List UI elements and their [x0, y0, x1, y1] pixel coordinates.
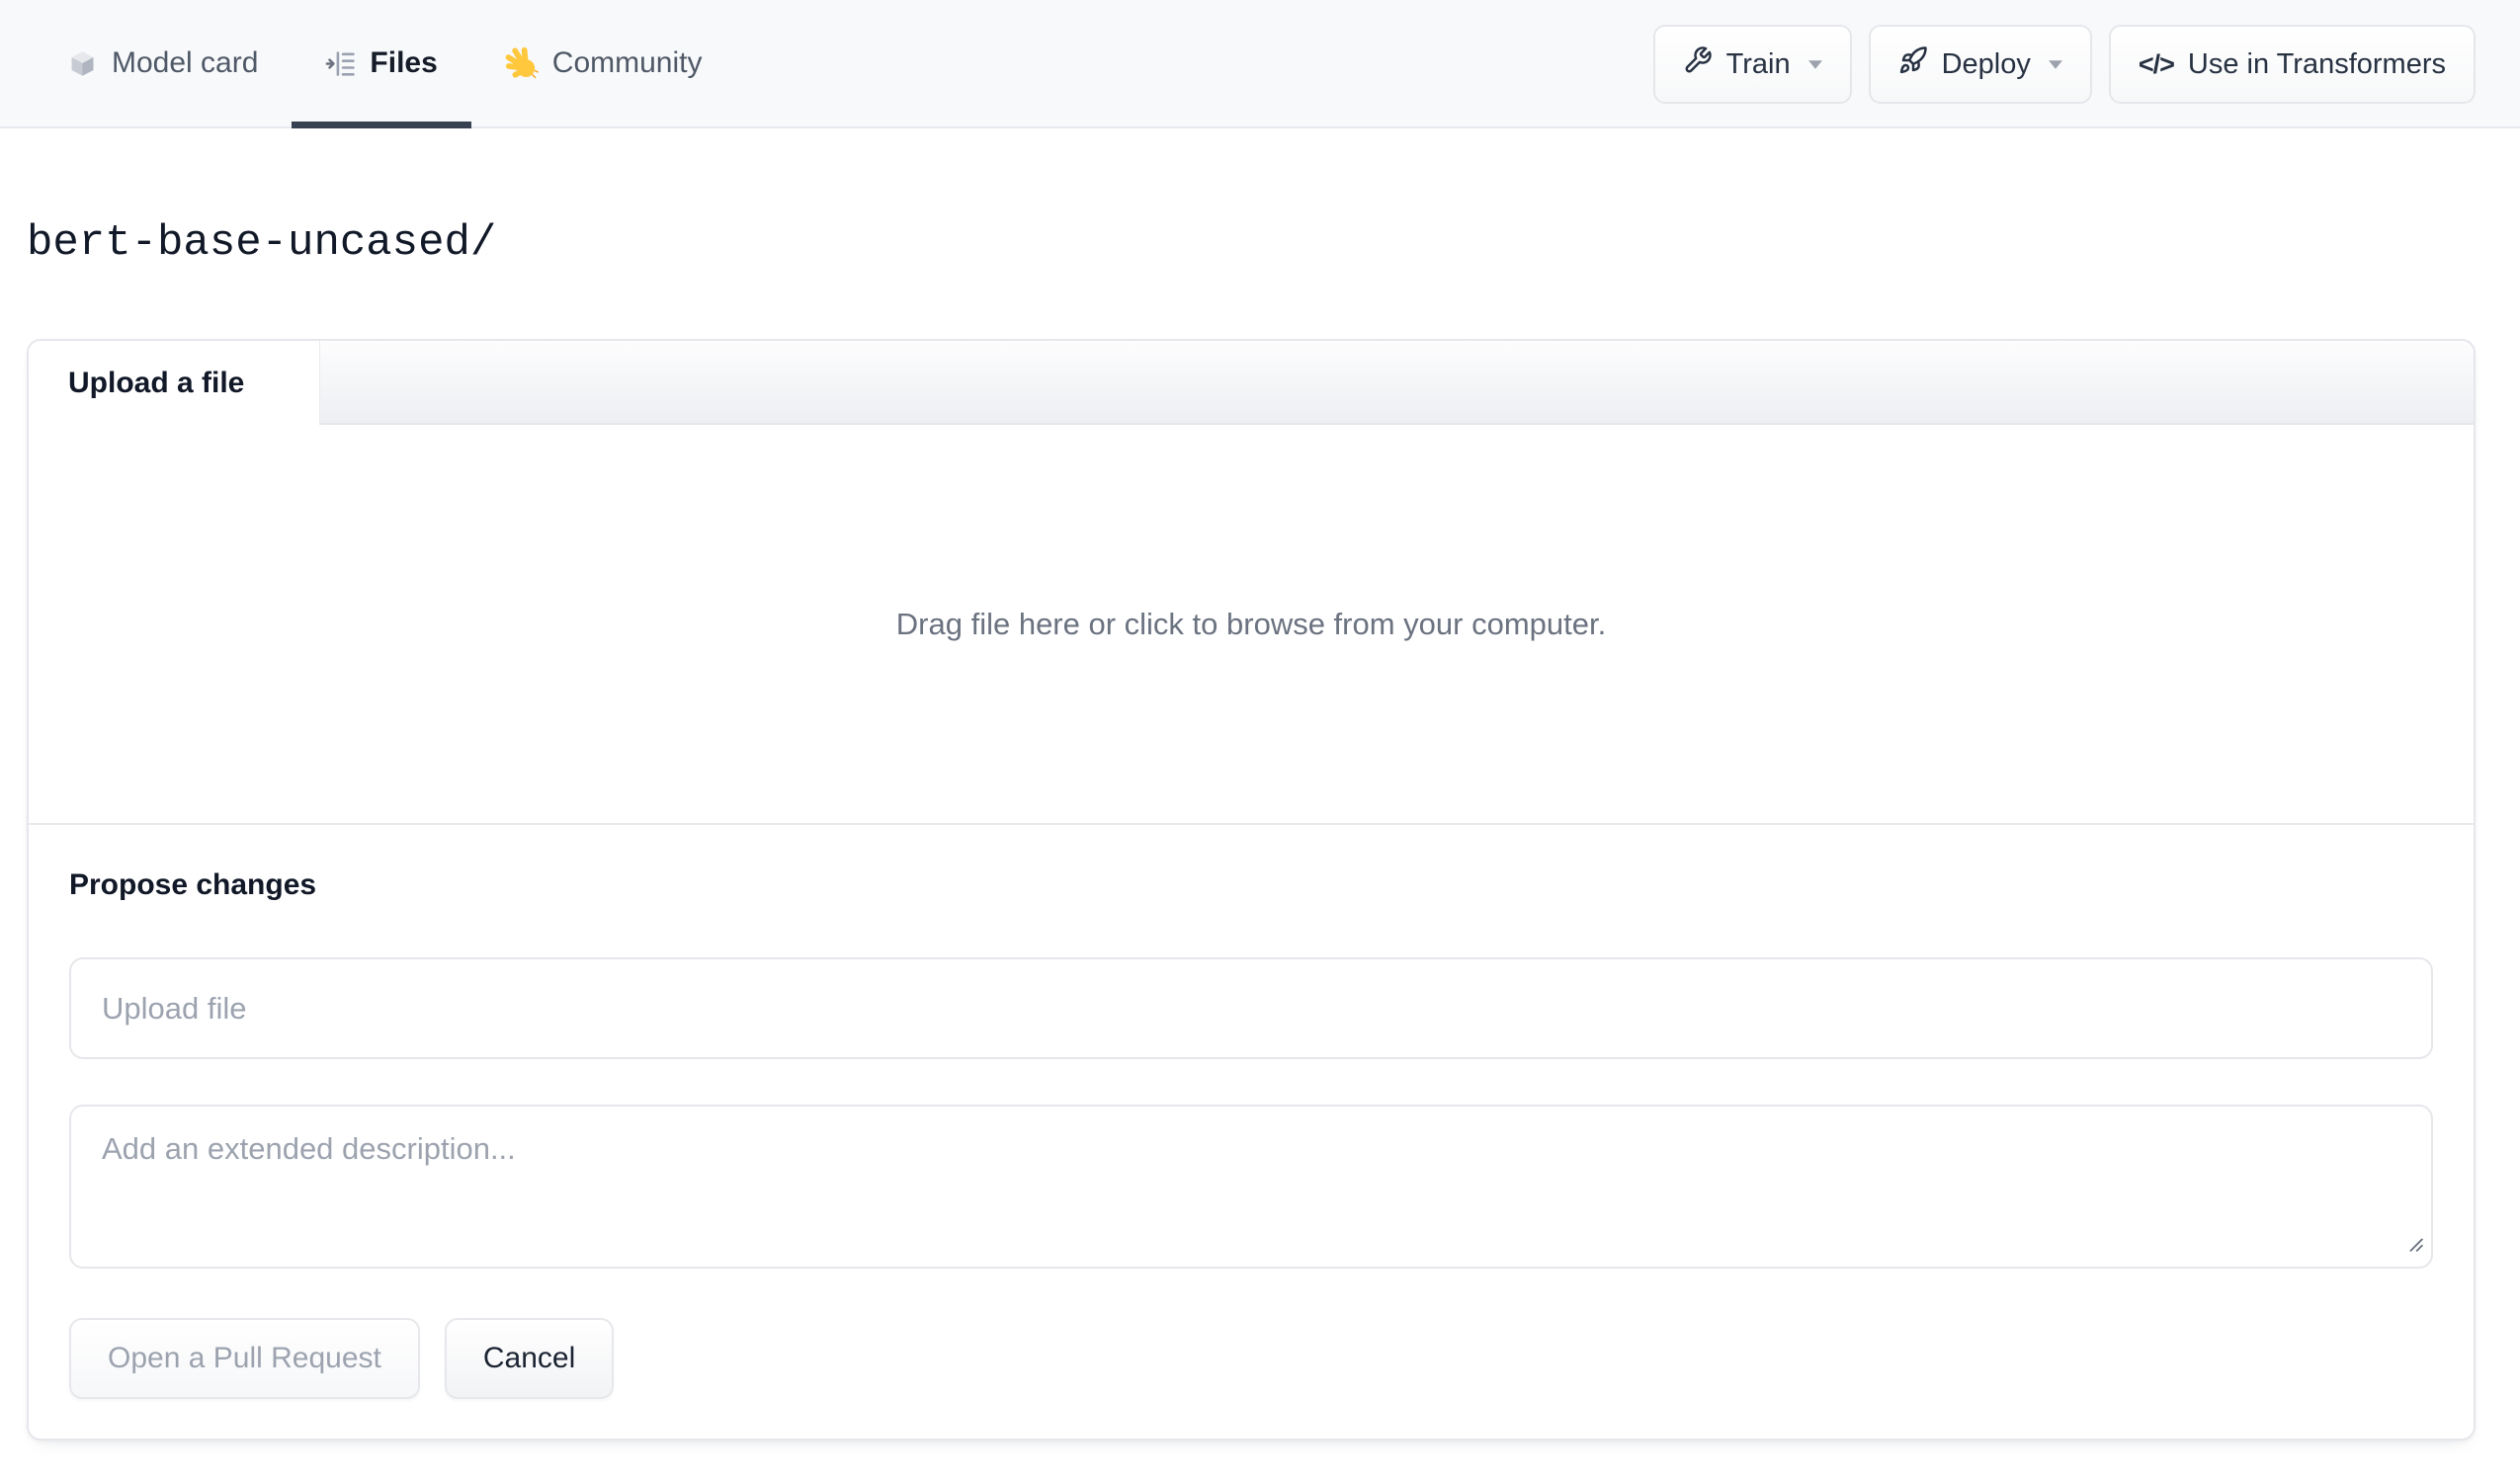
- train-button-label: Train: [1725, 47, 1791, 80]
- propose-changes-heading: Propose changes: [69, 868, 317, 901]
- train-button[interactable]: Train: [1652, 25, 1852, 104]
- tab-upload-a-file[interactable]: Upload a file: [29, 341, 320, 425]
- tab-community[interactable]: Community: [471, 0, 736, 126]
- repo-tab-nav: Model card Files Community: [34, 0, 736, 128]
- code-icon: </>: [2138, 48, 2175, 79]
- tab-files-label: Files: [370, 46, 438, 79]
- tab-files[interactable]: Files: [292, 0, 471, 128]
- cube-icon: [67, 48, 98, 79]
- file-tree-icon: [325, 48, 356, 79]
- tab-model-card[interactable]: Model card: [34, 0, 292, 126]
- cancel-button[interactable]: Cancel: [444, 1318, 615, 1399]
- upload-file-input[interactable]: [69, 957, 2433, 1059]
- tab-upload-a-file-label: Upload a file: [68, 366, 245, 399]
- file-dropzone[interactable]: Drag file here or click to browse from y…: [29, 425, 2474, 825]
- deploy-button-label: Deploy: [1941, 47, 2031, 80]
- header-actions: Train Deploy </> Use in Transformers: [1652, 0, 2476, 128]
- wrench-icon: [1683, 45, 1713, 83]
- tab-community-label: Community: [551, 46, 703, 79]
- textarea-resize-handle[interactable]: [2407, 1236, 2423, 1257]
- deploy-button[interactable]: Deploy: [1868, 25, 2092, 104]
- rocket-icon: [1898, 45, 1928, 83]
- chevron-down-icon: [1807, 59, 1822, 69]
- chevron-down-icon: [2048, 59, 2062, 69]
- repo-header: Model card Files Community Train Deploy …: [0, 0, 2520, 128]
- propose-actions: Open a Pull Request Cancel: [69, 1318, 2433, 1399]
- propose-changes-section: Propose changes Open a Pull Request Canc…: [29, 825, 2474, 1439]
- upload-panel: Upload a file Drag file here or click to…: [27, 339, 2476, 1441]
- use-in-transformers-button[interactable]: </> Use in Transformers: [2108, 25, 2476, 104]
- use-in-transformers-label: Use in Transformers: [2187, 47, 2446, 80]
- extended-description-textarea[interactable]: [69, 1105, 2433, 1269]
- description-field-wrap: [69, 1105, 2433, 1269]
- tabbar-filler: [320, 341, 2474, 425]
- active-tab-indicator: [292, 122, 471, 128]
- repo-path: bert-base-uncased/: [27, 218, 497, 268]
- open-pull-request-button[interactable]: Open a Pull Request: [69, 1318, 420, 1399]
- tab-model-card-label: Model card: [112, 46, 259, 79]
- upload-panel-tabbar: Upload a file: [29, 341, 2474, 425]
- waving-hand-icon: [505, 46, 539, 80]
- dropzone-hint-text: Drag file here or click to browse from y…: [895, 606, 1607, 641]
